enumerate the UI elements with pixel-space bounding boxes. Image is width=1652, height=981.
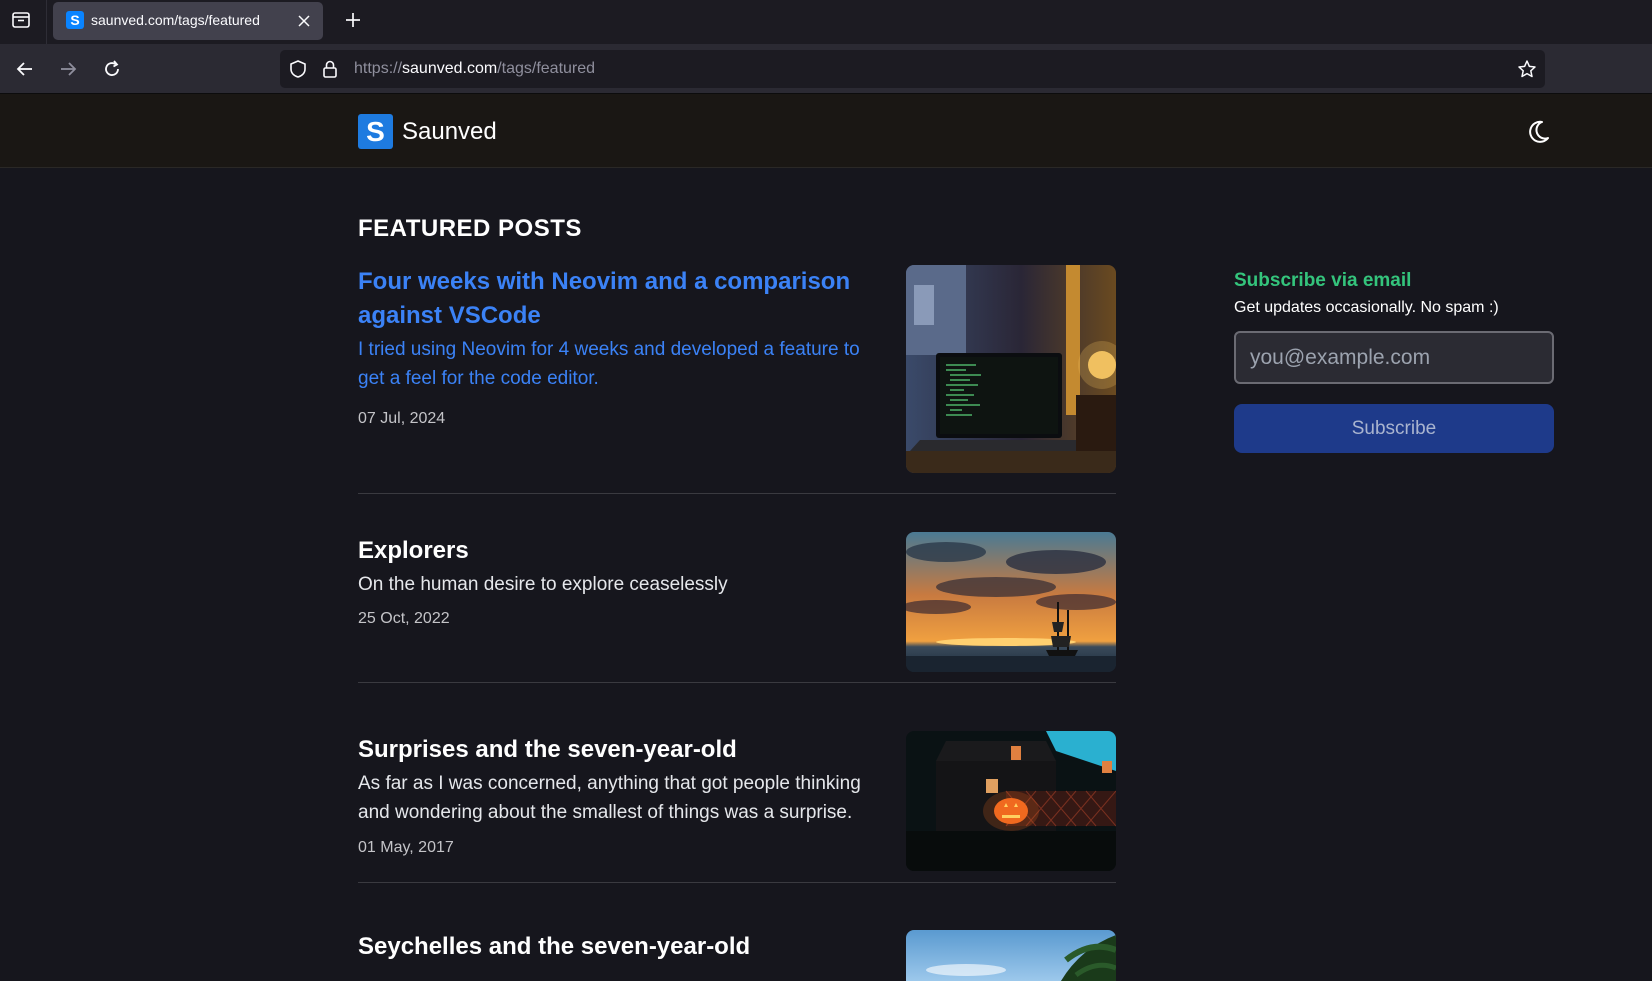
section-title: FEATURED POSTS <box>358 215 582 242</box>
browser-tab-active[interactable]: S saunved.com/tags/featured <box>53 2 323 40</box>
post-thumbnail-laptop[interactable] <box>906 265 1116 473</box>
site-header: S Saunved <box>0 94 1652 168</box>
post-thumbnail-ship-sunset[interactable] <box>906 532 1116 672</box>
post-divider <box>358 882 1116 883</box>
subscribe-button[interactable]: Subscribe <box>1234 404 1554 453</box>
moon-theme-toggle-icon[interactable] <box>1524 118 1552 146</box>
post-description[interactable]: On the human desire to explore ceaseless… <box>358 570 888 599</box>
post-divider <box>358 493 1116 494</box>
tab-separator <box>46 0 47 44</box>
post-item[interactable]: Explorers On the human desire to explore… <box>358 532 1116 692</box>
back-arrow-icon[interactable] <box>11 55 39 83</box>
browser-tab-bar: S saunved.com/tags/featured <box>0 0 1652 44</box>
favicon-icon: S <box>66 11 84 29</box>
post-item[interactable]: Four weeks with Neovim and a comparison … <box>358 265 1116 494</box>
post-title-link[interactable]: Four weeks with Neovim and a comparison … <box>358 265 858 333</box>
forward-arrow-icon[interactable] <box>54 55 82 83</box>
new-tab-plus-icon[interactable] <box>339 6 367 34</box>
site-name-link[interactable]: Saunved <box>402 118 497 146</box>
post-thumbnail-beach[interactable] <box>906 930 1116 981</box>
post-date: 01 May, 2017 <box>358 839 454 856</box>
star-bookmark-icon[interactable] <box>1517 59 1537 79</box>
main-content: FEATURED POSTS Four weeks with Neovim an… <box>0 168 1652 981</box>
post-title-link[interactable]: Explorers <box>358 534 858 568</box>
post-thumbnail-pumpkin-house[interactable] <box>906 731 1116 871</box>
tab-list-icon[interactable] <box>8 7 34 33</box>
lock-icon[interactable] <box>320 59 340 79</box>
close-icon[interactable] <box>293 10 315 32</box>
post-divider <box>358 682 1116 683</box>
subscribe-text: Get updates occasionally. No spam :) <box>1234 299 1499 316</box>
post-item[interactable]: Surprises and the seven-year-old As far … <box>358 731 1116 891</box>
url-bar[interactable]: https://saunved.com/tags/featured <box>280 50 1545 88</box>
subscribe-title: Subscribe via email <box>1234 270 1412 291</box>
tab-title: saunved.com/tags/featured <box>91 12 260 28</box>
browser-nav-bar: https://saunved.com/tags/featured <box>0 44 1652 94</box>
post-title-link[interactable]: Surprises and the seven-year-old <box>358 733 858 767</box>
post-description[interactable]: I tried using Neovim for 4 weeks and dev… <box>358 335 888 393</box>
email-input[interactable] <box>1234 331 1554 384</box>
site-logo[interactable]: S <box>358 114 393 149</box>
shield-icon[interactable] <box>288 59 308 79</box>
post-item[interactable]: Seychelles and the seven-year-old <box>358 930 1116 981</box>
post-date: 07 Jul, 2024 <box>358 410 446 427</box>
post-date: 25 Oct, 2022 <box>358 610 450 627</box>
post-title-link[interactable]: Seychelles and the seven-year-old <box>358 930 858 964</box>
url-text[interactable]: https://saunved.com/tags/featured <box>354 60 595 78</box>
reload-icon[interactable] <box>98 55 126 83</box>
post-description[interactable]: As far as I was concerned, anything that… <box>358 769 888 827</box>
